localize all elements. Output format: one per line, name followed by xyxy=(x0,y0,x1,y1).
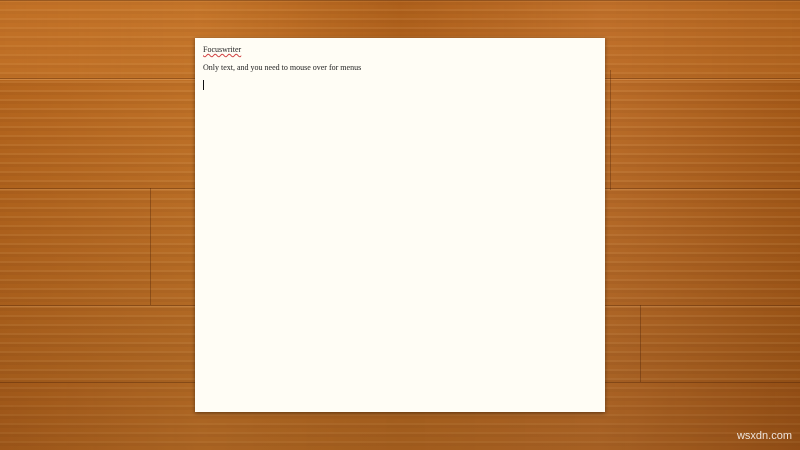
wood-plank-joint xyxy=(640,305,641,382)
wood-plank-joint xyxy=(150,188,151,305)
document-page[interactable]: Focuswriter Only text, and you need to m… xyxy=(195,38,605,412)
document-title-text[interactable]: Focuswriter xyxy=(203,45,241,54)
watermark-text: wsxdn.com xyxy=(736,430,792,442)
text-cursor xyxy=(203,80,204,90)
wood-plank-joint xyxy=(610,70,611,190)
document-body-text[interactable]: Only text, and you need to mouse over fo… xyxy=(203,63,361,72)
